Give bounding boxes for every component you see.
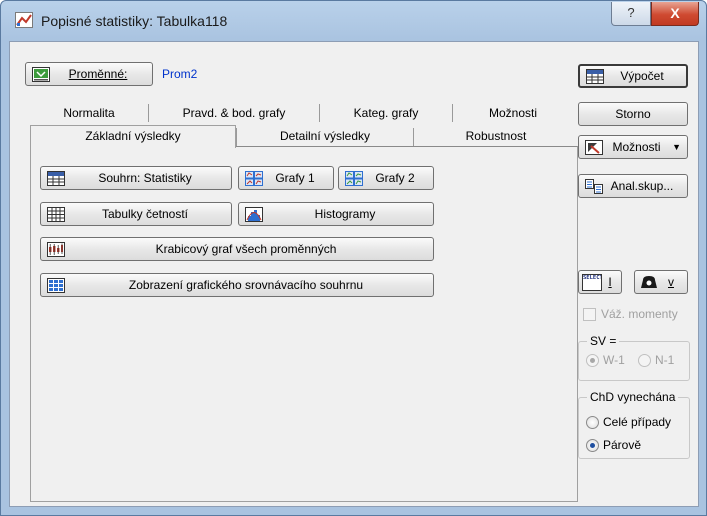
df-title: SV = [587, 334, 620, 348]
help-label: ? [627, 5, 635, 20]
boxplot-all-variables-button[interactable]: Krabicový graf všech proměnných [40, 237, 434, 261]
dropdown-arrow-icon: ▼ [672, 142, 681, 152]
tab-panel [30, 146, 578, 502]
boxplot-all-variables-label: Krabicový graf všech proměnných [155, 242, 337, 256]
weight-label: v [668, 275, 674, 289]
tab-pravd-bod-grafy[interactable]: Pravd. & bod. grafy [149, 102, 319, 124]
cancel-label: Storno [615, 107, 651, 121]
dialog-client-area: Proměnné: Prom2 Normalita Pravd. & bod. … [9, 41, 699, 507]
weight-button[interactable]: v [634, 270, 688, 294]
graphs-1-button[interactable]: Grafy 1 [238, 166, 334, 190]
compute-label: Výpočet [620, 69, 664, 83]
variables-button[interactable]: Proměnné: [25, 62, 153, 86]
frequency-tables-label: Tabulky četností [101, 207, 189, 221]
close-button[interactable]: X [651, 2, 699, 26]
missing-data-title: ChD vynechána [587, 390, 679, 404]
tab-label: Normalita [63, 106, 115, 120]
df-radio-label: N-1 [655, 353, 675, 367]
radio-circle [638, 353, 651, 367]
missing-data-radio-casewise[interactable]: Celé případy [586, 415, 671, 429]
radio-circle [586, 415, 599, 429]
weighted-moments-checkbox[interactable]: Váž. momenty [583, 307, 678, 321]
frequency-tables-button[interactable]: Tabulky četností [40, 202, 232, 226]
select-cases-label: I [608, 275, 612, 289]
compute-button[interactable]: Výpočet [578, 64, 688, 88]
group-analysis-button[interactable]: Anal.skup... [578, 174, 688, 198]
variable-value: Prom2 [162, 67, 198, 81]
cancel-button[interactable]: Storno [578, 102, 688, 126]
dialog-window: Popisné statistiky: Tabulka118 ? X Promě… [0, 0, 707, 516]
graphical-comparison-summary-label: Zobrazení grafického srovnávacího souhrn… [128, 278, 364, 292]
histogram-icon [245, 206, 263, 222]
variables-button-label: Proměnné: [68, 67, 128, 81]
group-analysis-icon [585, 178, 603, 194]
help-button[interactable]: ? [611, 2, 651, 26]
radio-circle [586, 438, 599, 452]
options-label: Možnosti [612, 140, 661, 154]
summary-statistics-label: Souhrn: Statistiky [98, 171, 192, 185]
graphs-2-button[interactable]: Grafy 2 [338, 166, 434, 190]
tab-moznosti[interactable]: Možnosti [453, 102, 573, 124]
window-title: Popisné statistiky: Tabulka118 [41, 13, 228, 29]
frequency-table-icon [47, 206, 65, 222]
options-arrow-icon [585, 139, 603, 155]
select-cases-icon: SELECT CASES [582, 273, 602, 291]
group-analysis-label: Anal.skup... [610, 179, 674, 193]
df-radio-label: W-1 [603, 353, 625, 367]
missing-data-radio-label: Párově [603, 438, 642, 452]
tab-robustnost[interactable]: Robustnost [414, 125, 578, 147]
graphical-comparison-summary-button[interactable]: Zobrazení grafického srovnávacího souhrn… [40, 273, 434, 297]
df-radio-n1[interactable]: N-1 [638, 353, 674, 367]
weighted-moments-label: Váž. momenty [601, 307, 678, 321]
missing-data-radio-pairwise[interactable]: Párově [586, 438, 641, 452]
tab-kateg-grafy[interactable]: Kateg. grafy [320, 102, 452, 124]
histograms-label: Histogramy [314, 207, 376, 221]
boxplot-icon [47, 241, 65, 257]
graphs-1-label: Grafy 1 [275, 171, 315, 185]
tab-zakladni-vysledky-label-area[interactable]: Základní výsledky [30, 125, 236, 147]
graphs-2-label: Grafy 2 [375, 171, 415, 185]
tab-label: Základní výsledky [85, 129, 181, 143]
tab-label: Kateg. grafy [353, 106, 419, 120]
summary-table-icon [47, 170, 65, 186]
tab-normalita[interactable]: Normalita [30, 102, 148, 124]
comparison-grid-icon [47, 277, 65, 293]
close-label: X [670, 5, 680, 21]
summary-statistics-button[interactable]: Souhrn: Statistiky [40, 166, 232, 190]
graphs-grid-icon [345, 170, 363, 186]
title-bar[interactable]: Popisné statistiky: Tabulka118 ? X [1, 1, 706, 41]
summary-table-icon [586, 68, 604, 84]
checkbox-box [583, 307, 596, 321]
df-radio-w1[interactable]: W-1 [586, 353, 625, 367]
tab-label: Možnosti [488, 106, 538, 120]
tab-detailni-vysledky[interactable]: Detailní výsledky [237, 125, 413, 147]
missing-data-radio-label: Celé případy [603, 415, 672, 429]
graphs-grid-icon [245, 170, 263, 186]
tab-label: Robustnost [465, 129, 527, 143]
tab-label: Pravd. & bod. grafy [182, 106, 286, 120]
variables-icon [32, 66, 50, 82]
histograms-button[interactable]: Histogramy [238, 202, 434, 226]
weight-icon [639, 274, 659, 290]
select-cases-button[interactable]: SELECT CASES I [578, 270, 622, 294]
options-button[interactable]: Možnosti ▼ [578, 135, 688, 159]
statistica-app-icon [15, 12, 33, 28]
tab-label: Detailní výsledky [279, 129, 371, 143]
radio-circle [586, 353, 599, 367]
